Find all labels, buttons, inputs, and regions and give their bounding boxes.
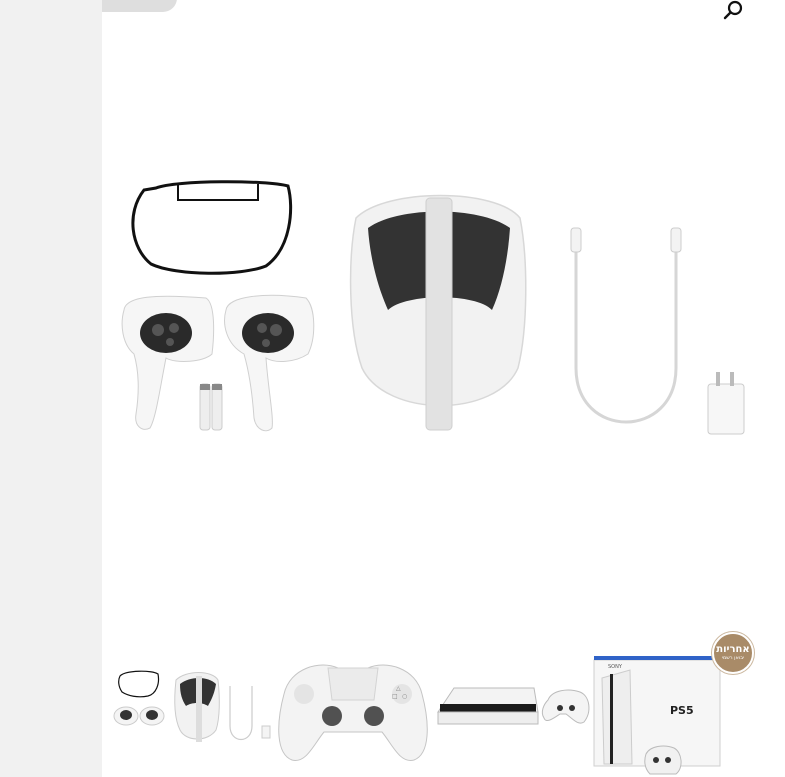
right-controller-shape [224,294,315,432]
thumbnail-vr-kit[interactable] [112,668,272,748]
svg-text:○: ○ [402,693,407,700]
main-product-image[interactable] [116,178,750,440]
search-icon[interactable] [722,0,744,22]
thumbnail-console-set[interactable] [434,670,594,750]
left-panel [0,0,102,777]
thumbnail-controller[interactable]: △ □ ○ [274,654,432,764]
svg-text:△: △ [396,685,401,692]
top-badge [102,0,177,12]
ps5-logo-text: PS5 [670,704,694,717]
warranty-badge-line1: אחריות [716,644,750,655]
box-maker-label: SONY [608,664,623,670]
warranty-badge-line2: יבואן רשמי [721,655,745,661]
headset-shape [349,194,527,431]
warranty-badge: אחריות יבואן רשמי [712,632,754,674]
svg-text:□: □ [392,693,398,700]
